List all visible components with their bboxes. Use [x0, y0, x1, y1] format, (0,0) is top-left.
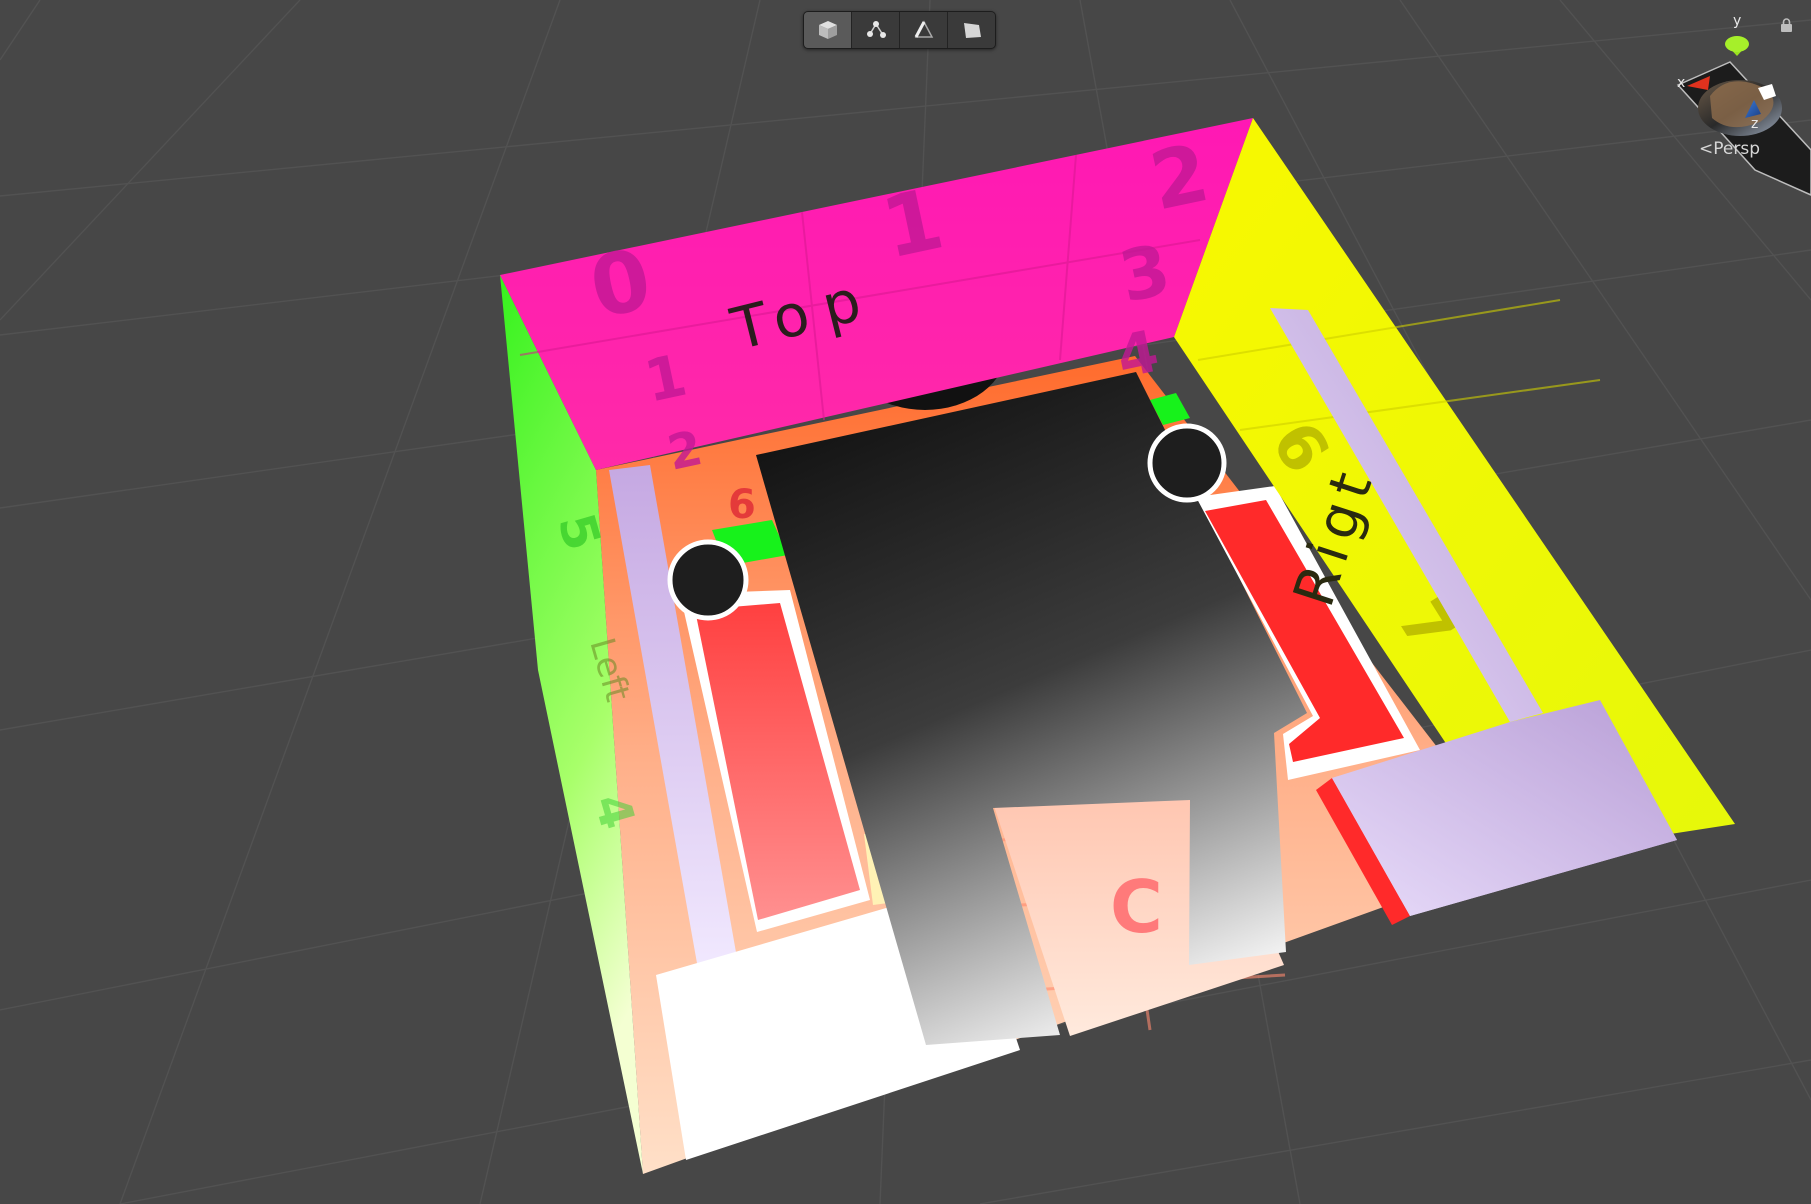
vertex-icon	[866, 21, 886, 38]
lock-icon[interactable]	[1780, 18, 1793, 32]
gizmo-z-label: z	[1751, 116, 1759, 132]
room-model[interactable]: B C 6	[500, 118, 1735, 1174]
edit-mode-toolbar	[803, 11, 996, 49]
orientation-gizmo[interactable]: y x z	[1660, 10, 1811, 260]
floor-letter-c: C	[1110, 865, 1163, 949]
scene-viewport[interactable]: B C 6	[0, 0, 1811, 1204]
gizmo-y-label: y	[1733, 13, 1742, 29]
gizmo-graphic	[1676, 36, 1811, 196]
gizmo-x-label: x	[1677, 75, 1686, 91]
left-black-ball	[667, 539, 749, 621]
vertex-mode-button[interactable]	[852, 12, 900, 48]
face-mode-button[interactable]	[948, 12, 995, 48]
right-black-ball	[1147, 423, 1227, 503]
face-icon	[963, 23, 981, 38]
edge-icon	[914, 20, 933, 38]
object-mode-button[interactable]	[804, 12, 852, 48]
edge-mode-button[interactable]	[900, 12, 948, 48]
cube-icon	[818, 21, 837, 39]
projection-toggle[interactable]: <Persp	[1699, 139, 1760, 159]
floor-digit-6: 6	[728, 482, 756, 528]
scene-canvas[interactable]: B C 6	[0, 0, 1811, 1204]
